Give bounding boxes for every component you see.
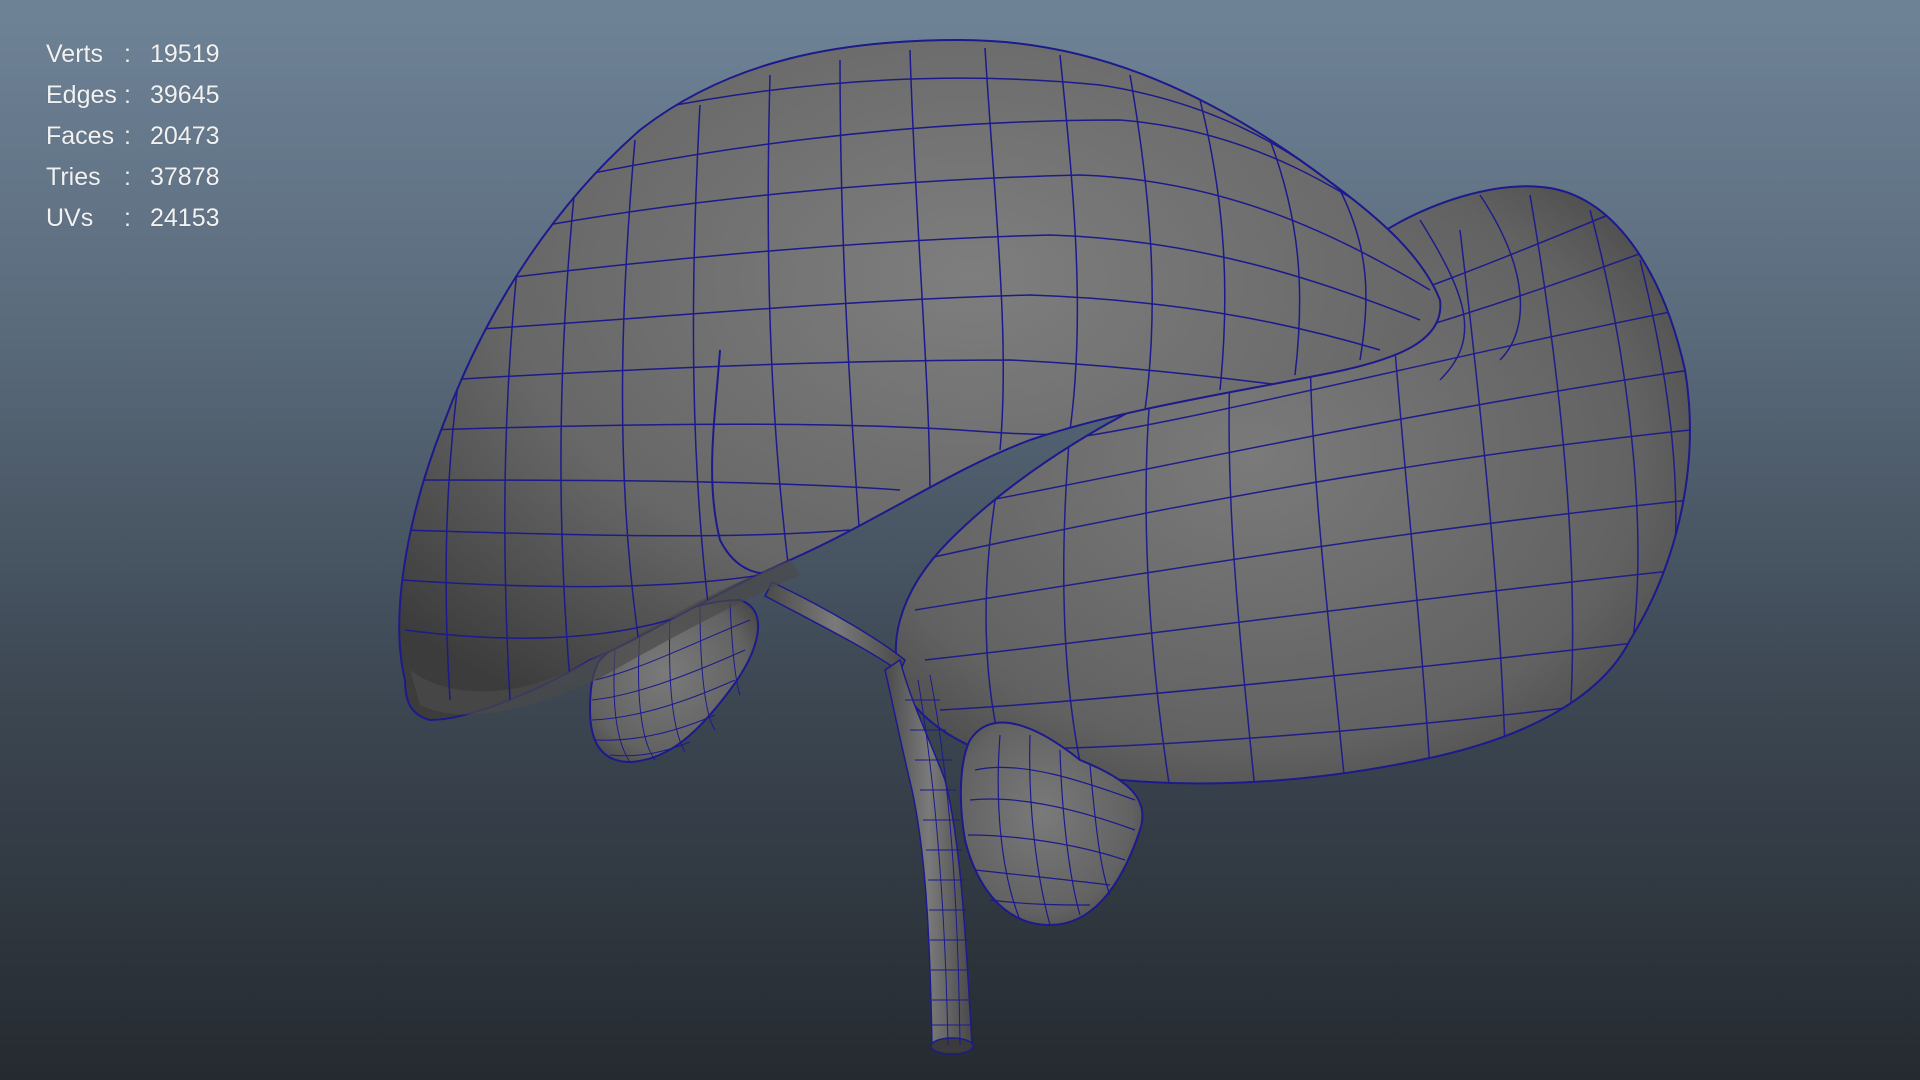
- stat-label: Tries: [46, 163, 101, 191]
- stat-separator: :: [124, 122, 131, 150]
- stat-separator: :: [124, 163, 131, 191]
- stat-row-verts: Verts : 19519: [46, 42, 246, 83]
- mesh-scene[interactable]: [0, 0, 1920, 1080]
- stat-label: UVs: [46, 204, 94, 232]
- stat-label: Faces: [46, 122, 115, 150]
- stat-separator: :: [124, 204, 131, 232]
- stat-label: Verts: [46, 40, 103, 68]
- 3d-viewport[interactable]: Verts : 19519 Edges : 39645 Faces : 2047…: [0, 0, 1920, 1080]
- stat-row-edges: Edges : 39645: [46, 83, 246, 124]
- stat-value: 37878: [150, 163, 220, 191]
- stat-value: 19519: [150, 40, 220, 68]
- stat-value: 20473: [150, 122, 220, 150]
- stat-value: 24153: [150, 204, 220, 232]
- stat-separator: :: [124, 40, 131, 68]
- stat-row-tries: Tries : 37878: [46, 165, 246, 206]
- stat-row-uvs: UVs : 24153: [46, 206, 246, 247]
- stat-value: 39645: [150, 81, 220, 109]
- stat-separator: :: [124, 81, 131, 109]
- poly-count-hud: Verts : 19519 Edges : 39645 Faces : 2047…: [46, 42, 246, 247]
- stat-row-faces: Faces : 20473: [46, 124, 246, 165]
- stat-label: Edges: [46, 81, 117, 109]
